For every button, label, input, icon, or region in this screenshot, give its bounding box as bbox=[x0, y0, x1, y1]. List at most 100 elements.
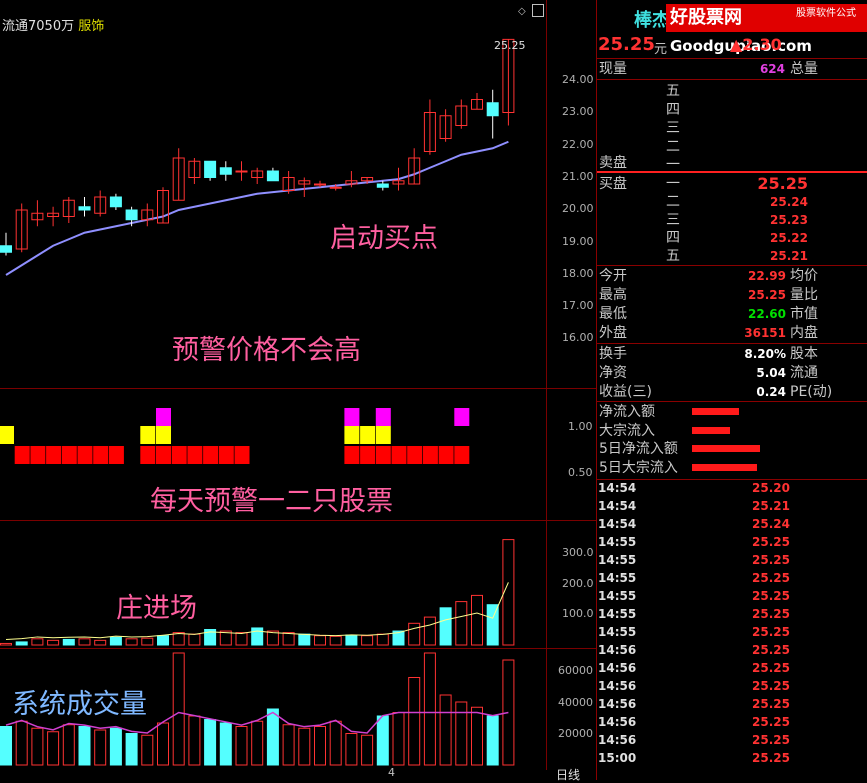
volume-bar bbox=[408, 677, 421, 766]
ask-level-label: 二 bbox=[666, 138, 680, 155]
signal-block bbox=[61, 446, 77, 464]
tick-row: 14:56 25.25 bbox=[598, 733, 798, 751]
fundamental-label-secondary: 股本 bbox=[790, 346, 818, 362]
stock-name: 棒杰 bbox=[634, 10, 670, 31]
tick-price: 25.25 bbox=[752, 643, 790, 657]
bid-level-label: 三 bbox=[666, 212, 680, 228]
dealer-bar bbox=[31, 638, 44, 646]
signal-block bbox=[140, 446, 156, 464]
flow-label: 5日净流入额 bbox=[599, 441, 678, 457]
sell-label: 卖盘 bbox=[599, 155, 627, 171]
volume-bar bbox=[486, 715, 499, 766]
panel-line bbox=[597, 479, 867, 480]
signal-block bbox=[203, 446, 219, 464]
axis-tick-label: 300.0 bbox=[562, 546, 594, 559]
tick-row: 14:56 25.25 bbox=[598, 643, 798, 661]
volume-bar bbox=[62, 724, 75, 766]
signal-block bbox=[344, 446, 360, 464]
tick-price: 25.25 bbox=[752, 661, 790, 675]
stat-label: 外盘 bbox=[599, 325, 627, 341]
signal-block bbox=[344, 426, 360, 444]
stat-value: 25.25 bbox=[748, 288, 786, 302]
period-label[interactable]: 日线 bbox=[556, 766, 580, 783]
volume-bar bbox=[266, 708, 279, 766]
volume-bar bbox=[188, 715, 201, 766]
tick-time: 14:54 bbox=[598, 517, 637, 531]
fundamental-value: 0.24 bbox=[756, 385, 786, 399]
tick-price: 25.25 bbox=[752, 751, 790, 765]
last-price-marker: 25.25 bbox=[494, 39, 526, 52]
tick-time: 14:54 bbox=[598, 481, 637, 495]
candle-body bbox=[0, 245, 12, 253]
float-shares-info: 流通7050万 服饰 bbox=[2, 19, 105, 34]
signal-block bbox=[360, 446, 376, 464]
candle-body bbox=[78, 206, 91, 211]
tick-price: 25.25 bbox=[752, 625, 790, 639]
axis-tick-label: 40000 bbox=[558, 696, 593, 709]
volume-bar bbox=[298, 727, 311, 766]
candle-body bbox=[376, 183, 389, 188]
signal-block bbox=[156, 446, 171, 464]
signal-block bbox=[140, 426, 156, 444]
dealer-bar bbox=[408, 622, 421, 646]
volume-bar bbox=[204, 719, 217, 766]
restore-icon[interactable] bbox=[532, 4, 544, 17]
candle-body bbox=[314, 183, 326, 186]
fundamental-label: 净资 bbox=[599, 365, 627, 381]
signal-block bbox=[77, 446, 93, 464]
axis-tick-label: 21.00 bbox=[562, 169, 594, 183]
volume-bar bbox=[0, 726, 12, 766]
tick-row: 14:55 25.25 bbox=[598, 553, 798, 571]
tick-price: 25.25 bbox=[752, 697, 790, 711]
volume-bar bbox=[329, 720, 342, 766]
tick-row: 14:55 25.25 bbox=[598, 625, 798, 643]
diamond-icon[interactable]: ◇ bbox=[518, 6, 530, 18]
dealer-bar bbox=[109, 636, 122, 646]
stat-label: 最低 bbox=[599, 306, 627, 322]
axis-tick-label: 1.00 bbox=[568, 420, 593, 433]
tick-price: 25.21 bbox=[752, 499, 790, 513]
dealer-bar bbox=[78, 638, 91, 646]
volume-bar bbox=[219, 722, 232, 766]
signal-block bbox=[454, 446, 470, 464]
dealer-bar bbox=[455, 601, 468, 646]
tick-time: 14:55 bbox=[598, 589, 637, 603]
bid-level-price: 25.22 bbox=[770, 231, 808, 245]
tick-row: 14:55 25.25 bbox=[598, 571, 798, 589]
axis-tick-label: 16.00 bbox=[562, 331, 594, 345]
fundamental-label: 收益(三) bbox=[599, 384, 652, 400]
industry-label: 服饰 bbox=[78, 19, 105, 34]
signal-block bbox=[422, 446, 438, 464]
divider-line bbox=[0, 388, 596, 389]
signal-block bbox=[234, 446, 250, 464]
tick-time: 14:56 bbox=[598, 643, 637, 657]
signal-block bbox=[108, 446, 124, 464]
flow-bar bbox=[692, 445, 760, 452]
tick-row: 14:54 25.20 bbox=[598, 481, 798, 499]
volume-bar bbox=[157, 722, 169, 766]
date-marker: 4 bbox=[388, 766, 395, 779]
volume-bar bbox=[78, 726, 91, 766]
tick-price: 25.24 bbox=[752, 517, 790, 531]
tick-price: 25.25 bbox=[752, 571, 790, 585]
panel-line bbox=[597, 79, 867, 80]
volume-bar bbox=[47, 731, 60, 766]
panel-border bbox=[596, 0, 597, 780]
dealer-bar bbox=[439, 607, 452, 646]
tick-price: 25.25 bbox=[752, 715, 790, 729]
flow-bar bbox=[692, 408, 739, 415]
tick-time: 14:56 bbox=[598, 697, 637, 711]
fundamental-value: 5.04 bbox=[756, 366, 786, 380]
axis-tick-label: 100.0 bbox=[562, 607, 594, 620]
volume-bar bbox=[455, 701, 468, 766]
tick-time: 14:55 bbox=[598, 607, 637, 621]
dealer-bar bbox=[361, 635, 374, 646]
kline-chart-area[interactable] bbox=[0, 0, 596, 780]
axis-tick-label: 22.00 bbox=[562, 137, 594, 151]
signal-block bbox=[218, 446, 234, 464]
tick-price: 25.25 bbox=[752, 553, 790, 567]
fundamental-value: 8.20% bbox=[744, 347, 786, 361]
axis-tick-label: 17.00 bbox=[562, 299, 594, 313]
tick-price: 25.25 bbox=[752, 535, 790, 549]
tick-row: 14:56 25.25 bbox=[598, 679, 798, 697]
